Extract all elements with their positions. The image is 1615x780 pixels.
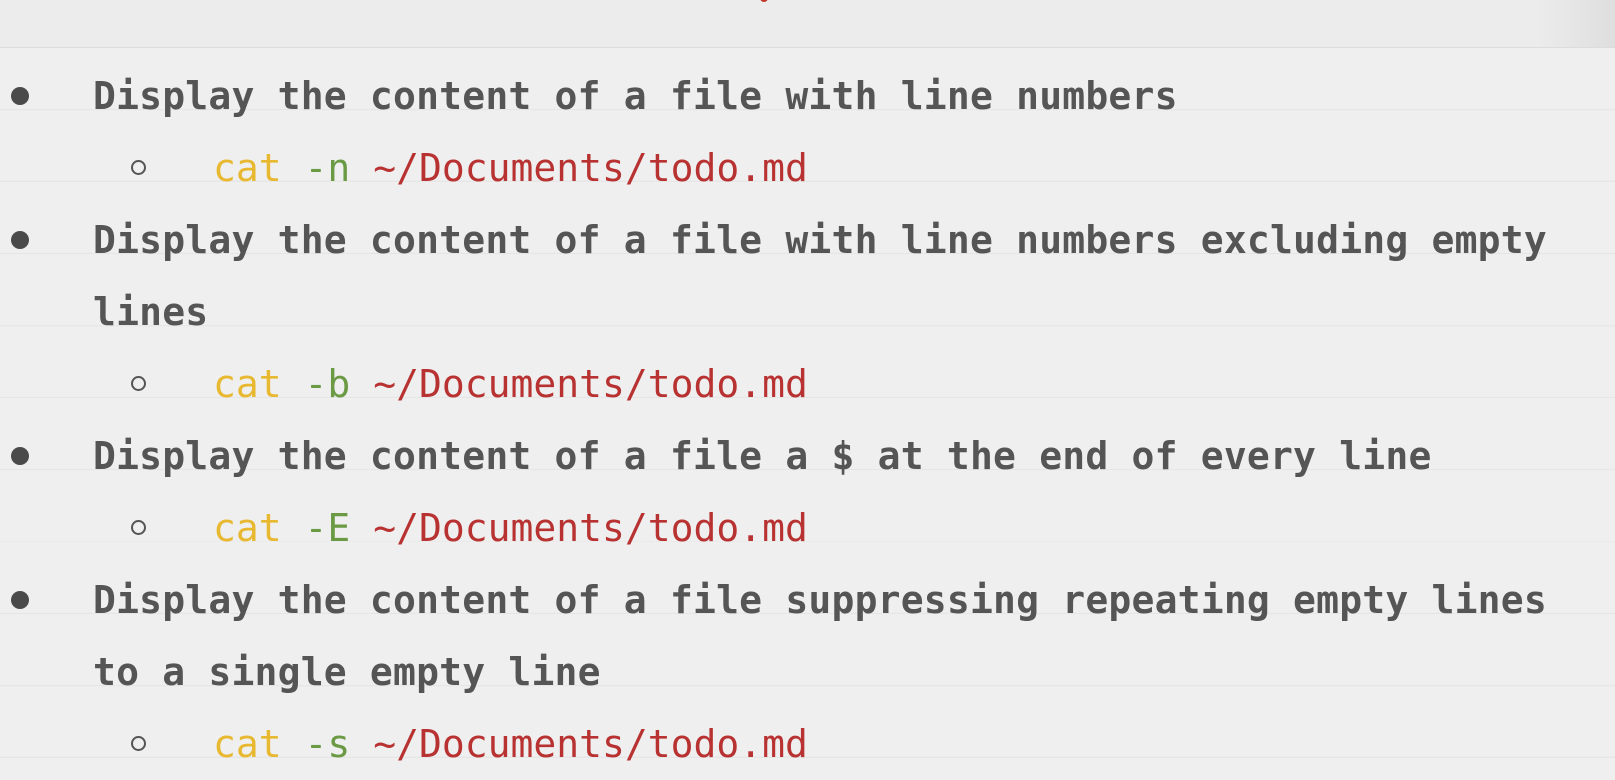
description-text: Display the content of a file a $ at the… bbox=[93, 434, 1432, 478]
sub-bullet-icon bbox=[131, 520, 146, 535]
command-path: ~/Documents/todo.md bbox=[373, 506, 808, 550]
command-list: Display the content of a file with line … bbox=[0, 60, 1615, 780]
command-path: ~/Documents/todo.md bbox=[373, 146, 808, 190]
command-name: cat bbox=[213, 146, 282, 190]
item-description: Display the content of a file with line … bbox=[0, 60, 1615, 132]
cursor-marker-icon bbox=[760, 0, 768, 2]
bullet-icon bbox=[11, 231, 29, 249]
command-path: ~/Documents/todo.md bbox=[373, 722, 808, 766]
bullet-icon bbox=[11, 447, 29, 465]
sub-bullet-icon bbox=[131, 376, 146, 391]
sub-bullet-icon bbox=[131, 736, 146, 751]
command-line: cat -n ~/Documents/todo.md bbox=[0, 132, 1615, 204]
description-text: Display the content of a file suppressin… bbox=[93, 578, 1547, 694]
list-item: Display the content of a file a $ at the… bbox=[0, 420, 1615, 564]
command-line: cat -E ~/Documents/todo.md bbox=[0, 492, 1615, 564]
item-description: Display the content of a file with line … bbox=[0, 204, 1615, 348]
bullet-icon bbox=[11, 591, 29, 609]
top-header-strip bbox=[0, 0, 1615, 48]
description-text: Display the content of a file with line … bbox=[93, 74, 1178, 118]
command-path: ~/Documents/todo.md bbox=[373, 362, 808, 406]
command-line: cat -s ~/Documents/todo.md bbox=[0, 708, 1615, 780]
command-line: cat -b ~/Documents/todo.md bbox=[0, 348, 1615, 420]
command-flag: -b bbox=[304, 362, 351, 406]
bullet-icon bbox=[11, 87, 29, 105]
command-name: cat bbox=[213, 362, 282, 406]
command-name: cat bbox=[213, 722, 282, 766]
list-item: Display the content of a file with line … bbox=[0, 60, 1615, 204]
list-item: Display the content of a file with line … bbox=[0, 204, 1615, 420]
command-name: cat bbox=[213, 506, 282, 550]
command-flag: -E bbox=[304, 506, 351, 550]
command-flag: -n bbox=[304, 146, 351, 190]
sub-bullet-icon bbox=[131, 160, 146, 175]
page-curl-shadow bbox=[1535, 0, 1615, 47]
command-flag: -s bbox=[304, 722, 351, 766]
list-item: Display the content of a file suppressin… bbox=[0, 564, 1615, 780]
item-description: Display the content of a file a $ at the… bbox=[0, 420, 1615, 492]
description-text: Display the content of a file with line … bbox=[93, 218, 1547, 334]
item-description: Display the content of a file suppressin… bbox=[0, 564, 1615, 708]
